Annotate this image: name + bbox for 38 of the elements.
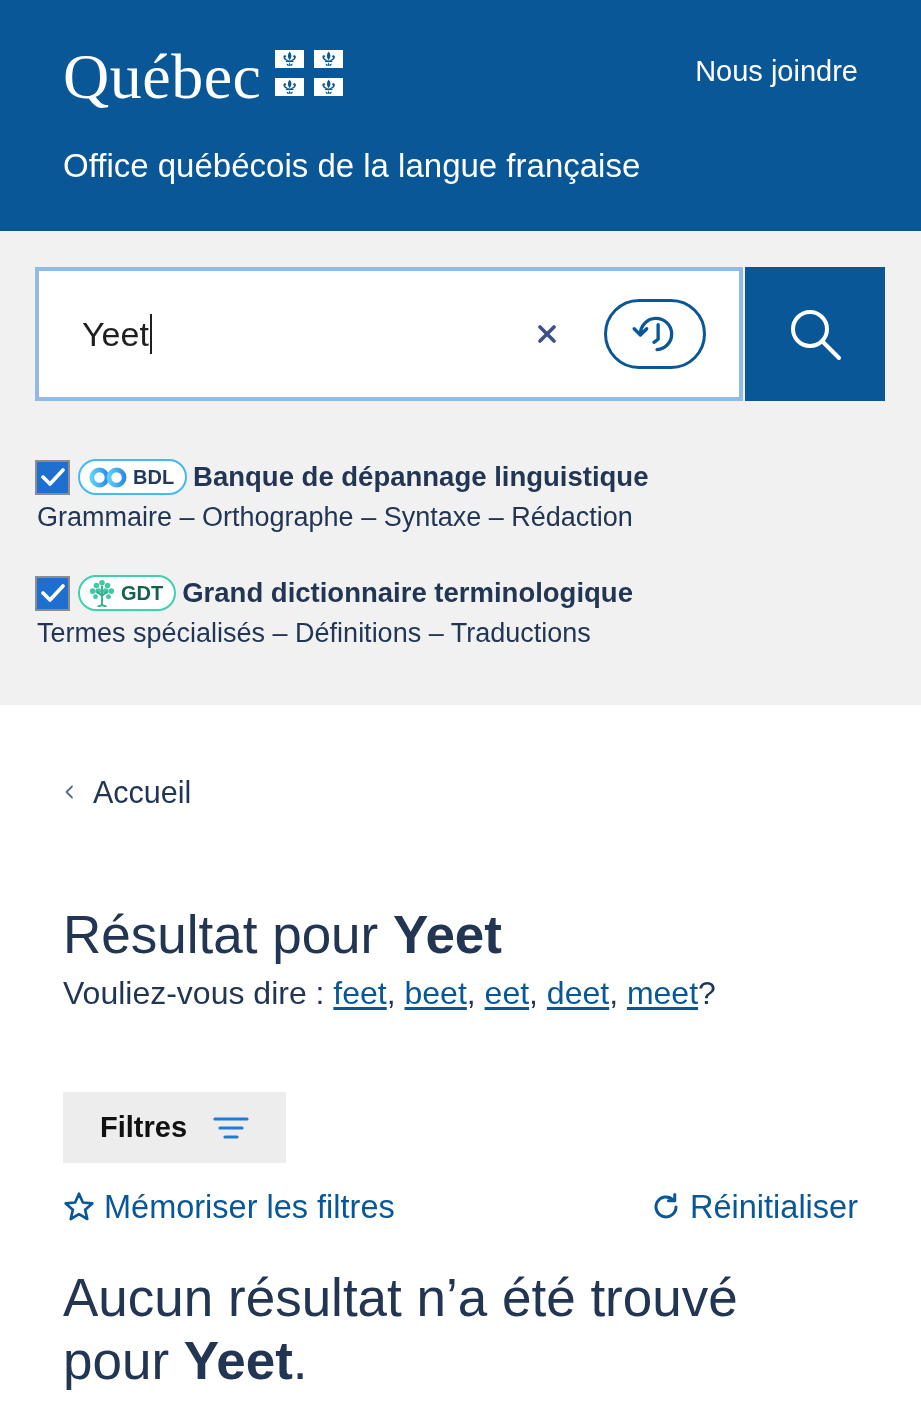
search-button[interactable] [745, 267, 885, 401]
filter-icon [213, 1114, 250, 1141]
checkbox[interactable] [35, 575, 70, 611]
star-icon [63, 1191, 95, 1223]
filters-button[interactable]: Filtres [63, 1092, 286, 1163]
search-field[interactable]: Yeet [35, 267, 743, 401]
text-cursor [149, 314, 152, 354]
chain-link-icon [89, 466, 127, 488]
suggestion-link[interactable]: deet [546, 975, 610, 1011]
badge-label: GDT [121, 582, 164, 604]
reset-link[interactable]: Réinitialiser [651, 1187, 858, 1227]
badge-label: BDL [133, 466, 175, 488]
contact-link[interactable]: Nous joindre [695, 54, 858, 88]
source-title: Grand dictionnaire terminologique [182, 576, 633, 610]
search-icon [788, 307, 842, 361]
save-filters-link[interactable]: Mémoriser les filtres [63, 1187, 395, 1227]
logo-wordmark: Québec [63, 45, 262, 109]
site-subtitle: Office québécois de la langue française [63, 147, 642, 185]
results-heading: Résultat pour Yeet [63, 905, 503, 965]
source-description: Termes spécialisés – Définitions – Traductions [36, 617, 592, 650]
chevron-left-icon [64, 785, 74, 799]
suggestion-link[interactable]: beet [404, 975, 467, 1011]
did-you-mean-text: Vouliez-vous dire : feet, beet, eet, deet, meet? [63, 974, 717, 1013]
suggestion-link[interactable]: feet [333, 975, 387, 1011]
suggestion-link[interactable]: eet [484, 975, 530, 1011]
source-title: Banque de dépannage linguistique [193, 460, 649, 494]
clear-button[interactable] [538, 325, 556, 343]
fleur-de-lis-flag-icon [275, 50, 344, 96]
suggestion-link[interactable]: meet [626, 975, 699, 1011]
tree-icon [89, 579, 115, 607]
no-results-message: Aucun résultat n’a été trouvé pour Yeet. [63, 1267, 739, 1392]
checkbox[interactable] [35, 459, 70, 495]
quebec-logo[interactable]: Québec [63, 45, 344, 109]
checkmark-icon [40, 583, 65, 603]
checkmark-icon [40, 467, 65, 487]
close-icon [538, 325, 556, 343]
source-description: Grammaire – Orthographe – Syntaxe – Rédaction [36, 501, 634, 534]
breadcrumb-link[interactable]: Accueil [63, 774, 192, 810]
